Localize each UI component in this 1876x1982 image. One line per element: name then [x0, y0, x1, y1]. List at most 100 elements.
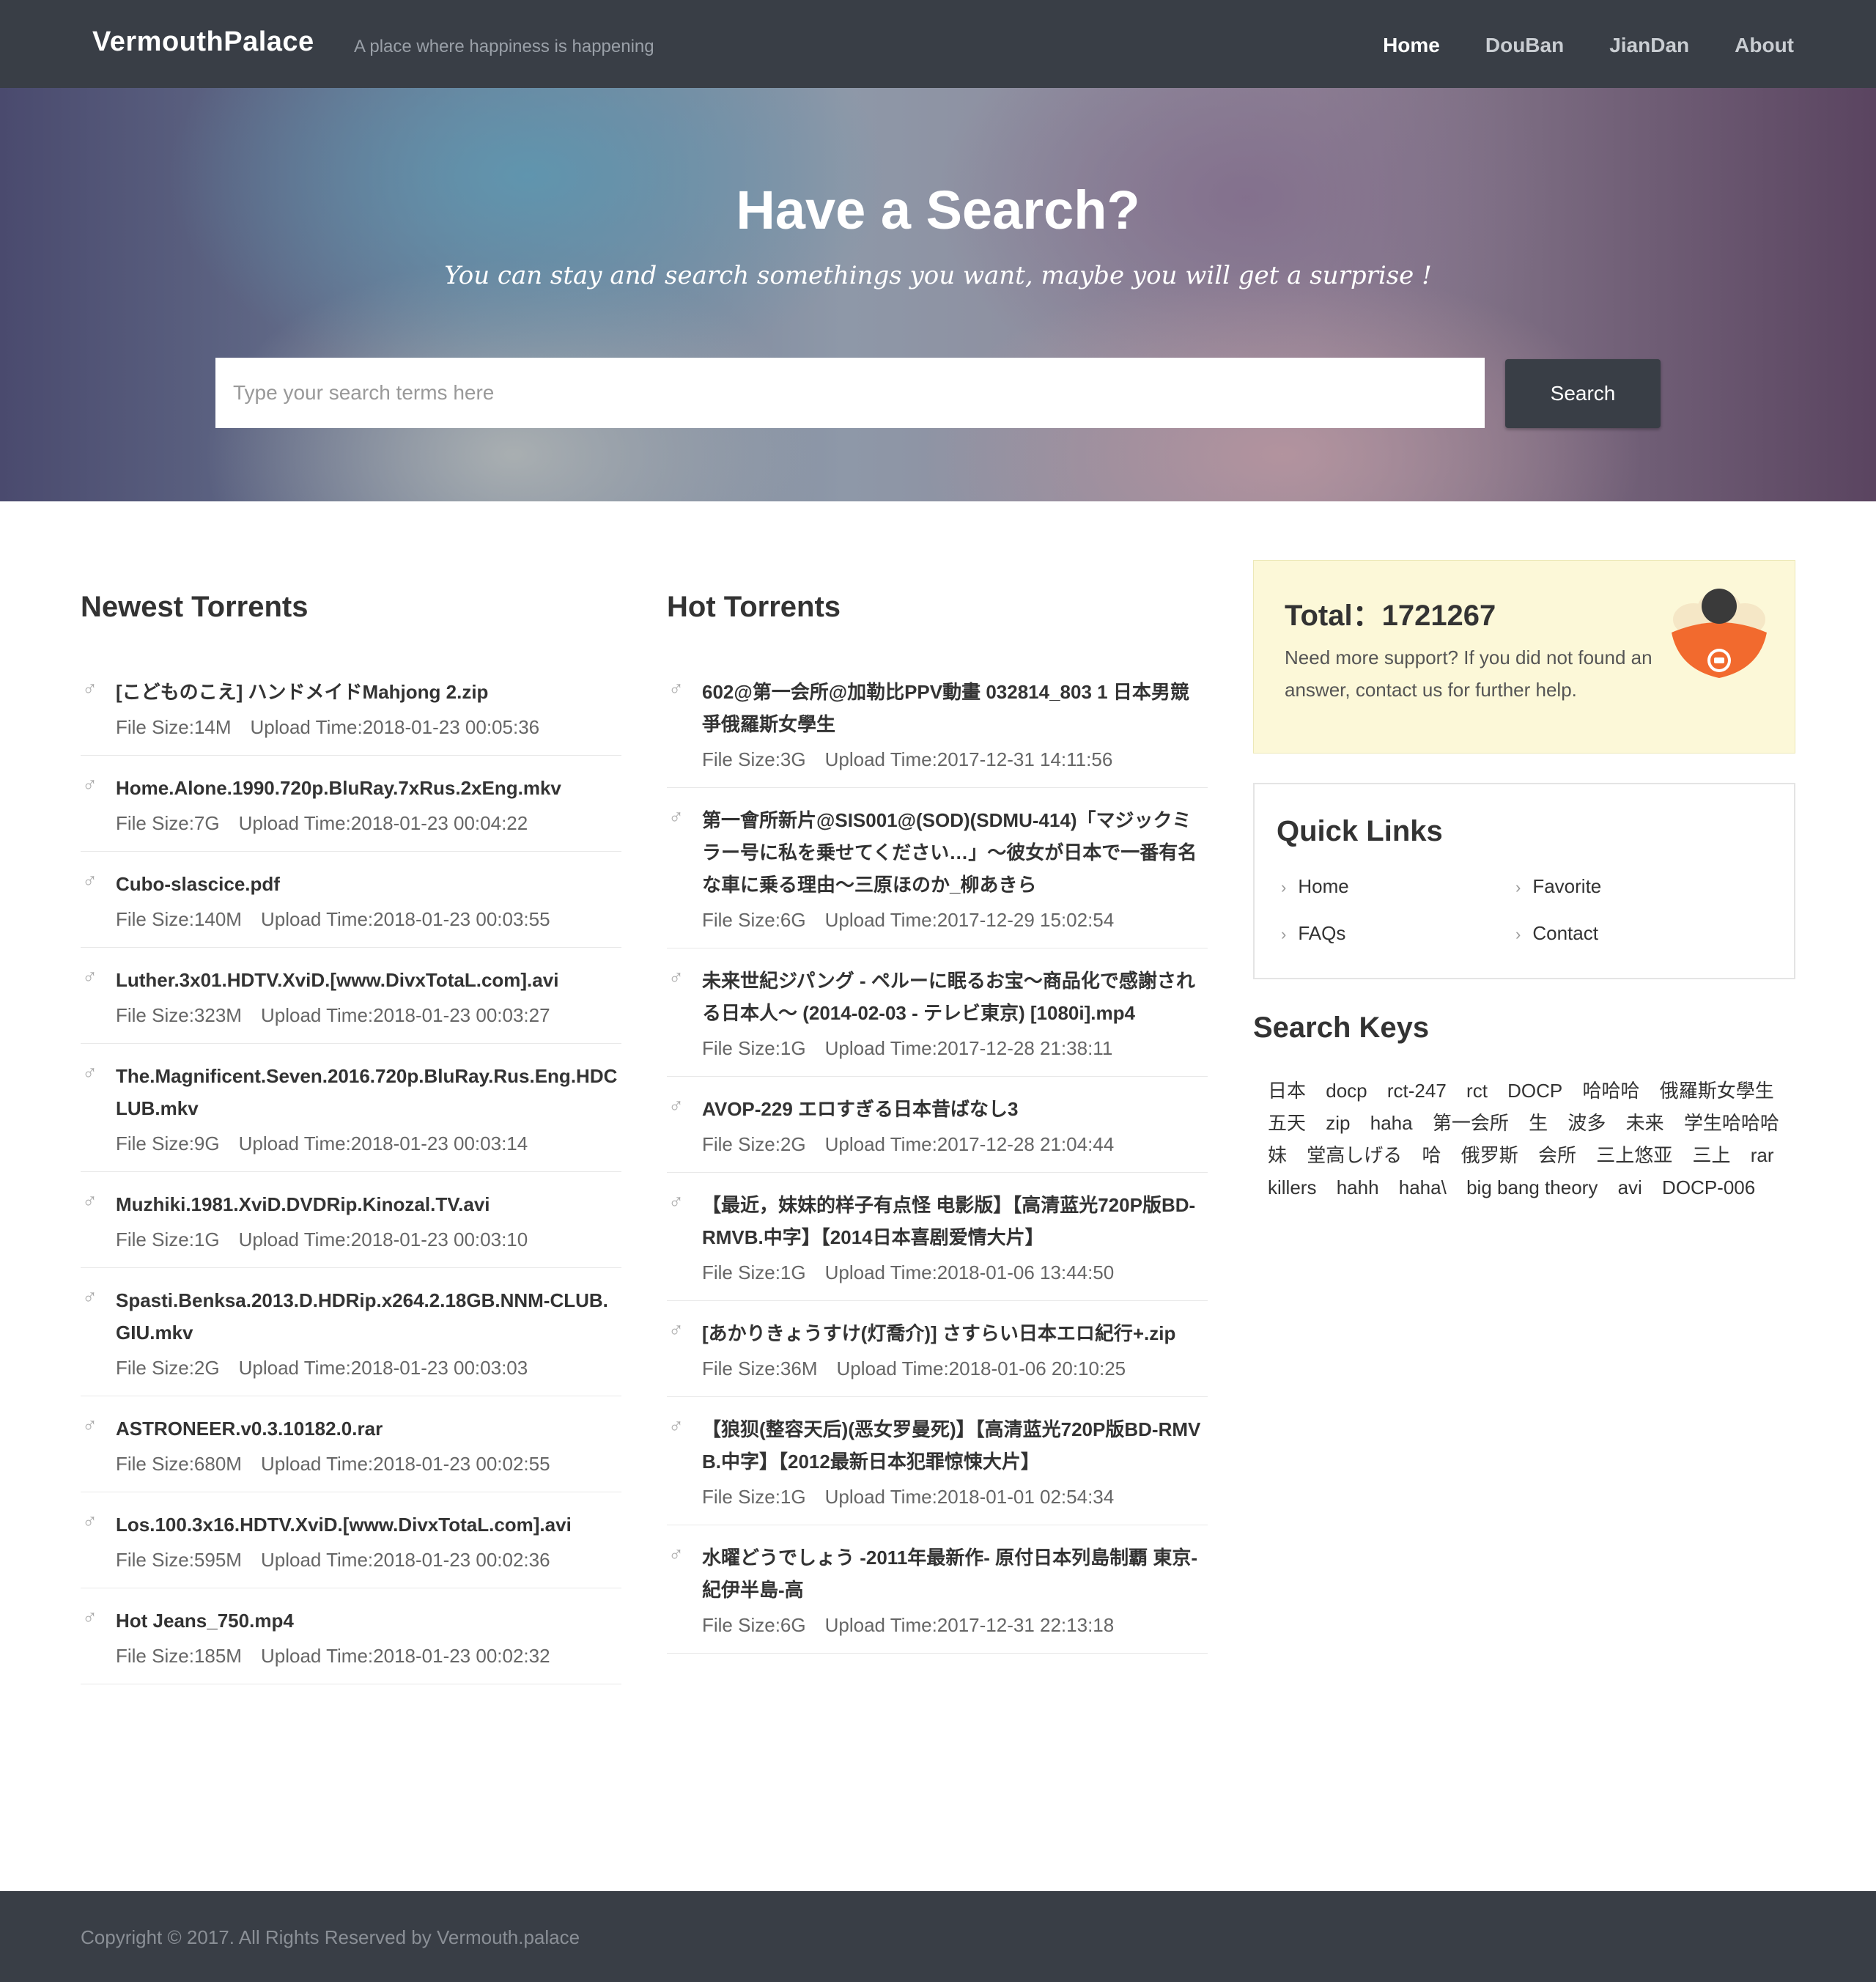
quick-link-home[interactable]: › Home [1281, 875, 1349, 898]
torrent-name[interactable]: Home.Alone.1990.720p.BluRay.7xRus.2xEng.… [116, 772, 621, 804]
upload-time: Upload Time:2018-01-06 13:44:50 [824, 1261, 1115, 1283]
search-key-tag[interactable]: rct-247 [1387, 1075, 1447, 1107]
top-navbar: VermouthPalace A place where happiness i… [0, 0, 1876, 88]
torrent-name[interactable]: Hot Jeans_750.mp4 [116, 1605, 621, 1637]
hot-torrents-list: ♂ 602@第一会所@加勒比PPV動畫 032814_803 1 日本男競爭俄羅斯… [667, 660, 1208, 1654]
file-size: File Size:6G [702, 1614, 806, 1636]
quick-link-label: Favorite [1532, 875, 1602, 897]
torrent-name[interactable]: Luther.3x01.HDTV.XviD.[www.DivxTotaL.com… [116, 964, 621, 996]
torrent-item: ♂ 未来世紀ジパング - ペルーに眠るお宝～商品化で感謝される日本人～ (2014… [667, 948, 1208, 1077]
search-key-tag[interactable]: 日本 [1268, 1075, 1306, 1107]
newest-torrents-title: Newest Torrents [81, 591, 309, 623]
search-key-tag[interactable]: DOCP-006 [1662, 1171, 1755, 1204]
search-key-tag[interactable]: haha\ [1399, 1171, 1447, 1204]
torrent-item: ♂ 水曜どうでしょう -2011年最新作- 原付日本列島制覇 東京-紀伊半島-高 F… [667, 1525, 1208, 1654]
male-symbol-icon: ♂ [82, 1061, 97, 1084]
chevron-right-icon: › [1515, 878, 1521, 896]
torrent-name[interactable]: 未来世紀ジパング - ペルーに眠るお宝～商品化で感謝される日本人～ (2014-… [702, 965, 1208, 1029]
male-symbol-icon: ♂ [82, 1286, 97, 1308]
search-key-tag[interactable]: 第一会所 [1433, 1107, 1509, 1139]
search-key-tag[interactable]: 生 [1529, 1107, 1548, 1139]
torrent-name[interactable]: Spasti.Benksa.2013.D.HDRip.x264.2.18GB.N… [116, 1284, 621, 1349]
torrent-name[interactable]: 602@第一会所@加勒比PPV動畫 032814_803 1 日本男競爭俄羅斯女… [702, 676, 1208, 740]
nav-home[interactable]: Home [1383, 34, 1440, 57]
torrent-item: ♂ The.Magnificent.Seven.2016.720p.BluRay.… [81, 1044, 621, 1172]
torrent-meta: File Size:6G Upload Time:2017-12-31 22:13… [702, 1612, 1208, 1638]
quick-link-label: FAQs [1298, 922, 1346, 944]
file-size: File Size:14M [116, 716, 232, 738]
search-key-tag[interactable]: rar [1751, 1139, 1774, 1171]
torrent-meta: File Size:6G Upload Time:2017-12-29 15:02… [702, 907, 1208, 933]
hero-title: Have a Search? [736, 180, 1140, 240]
chevron-right-icon: › [1515, 925, 1521, 943]
torrent-name[interactable]: 第一會所新片@SIS001@(SOD)(SDMU-414)「マジックミラー号に私… [702, 804, 1208, 901]
torrent-item: ♂ 602@第一会所@加勒比PPV動畫 032814_803 1 日本男競爭俄羅斯… [667, 660, 1208, 788]
search-key-tag[interactable]: avi [1618, 1171, 1642, 1204]
file-size: File Size:323M [116, 1004, 242, 1026]
torrent-name[interactable]: 水曜どうでしょう -2011年最新作- 原付日本列島制覇 東京-紀伊半島-高 [702, 1541, 1208, 1606]
torrent-name[interactable]: [こどものこえ] ハンドメイドMahjong 2.zip [116, 676, 621, 708]
upload-time: Upload Time:2018-01-23 00:03:14 [238, 1132, 528, 1154]
torrent-name[interactable]: [あかりきょうすけ(灯喬介)] さすらい日本エロ紀行+.zip [702, 1317, 1208, 1349]
chevron-right-icon: › [1281, 878, 1287, 896]
torrent-name[interactable]: The.Magnificent.Seven.2016.720p.BluRay.R… [116, 1060, 621, 1124]
torrent-meta: File Size:185M Upload Time:2018-01-23 00:… [116, 1643, 621, 1669]
search-key-tag[interactable]: 会所 [1538, 1139, 1576, 1171]
search-key-tag[interactable]: 哈 [1422, 1139, 1441, 1171]
upload-time: Upload Time:2018-01-23 00:03:55 [260, 908, 550, 930]
torrent-item: ♂ Muzhiki.1981.XviD.DVDRip.Kinozal.TV.avi… [81, 1172, 621, 1268]
torrent-item: ♂ Cubo-slascice.pdf File Size:140M Upload T… [81, 852, 621, 948]
search-key-tag[interactable]: 俄羅斯女學生 [1660, 1075, 1774, 1107]
chevron-right-icon: › [1281, 925, 1287, 943]
male-symbol-icon: ♂ [82, 1190, 97, 1212]
torrent-meta: File Size:140M Upload Time:2018-01-23 00:… [116, 906, 621, 932]
torrent-name[interactable]: AVOP-229 エロすぎる日本昔ばなし3 [702, 1093, 1208, 1125]
total-count: Total：1721267 [1285, 600, 1496, 632]
torrent-item: ♂ Luther.3x01.HDTV.XviD.[www.DivxTotaL.co… [81, 948, 621, 1044]
torrent-name[interactable]: 【狼狈(整容天后)(恶女罗曼死)】【高清蓝光720P版BD-RMVB.中字】【2… [702, 1413, 1208, 1478]
upload-time: Upload Time:2018-01-23 00:05:36 [250, 716, 540, 738]
torrent-name[interactable]: Los.100.3x16.HDTV.XviD.[www.DivxTotaL.co… [116, 1508, 621, 1541]
search-key-tag[interactable]: 学生哈哈哈 [1684, 1107, 1779, 1139]
file-size: File Size:185M [116, 1645, 242, 1667]
hot-torrents-title: Hot Torrents [667, 591, 841, 623]
hero-subtitle: You can stay and search somethings you w… [444, 261, 1432, 290]
search-key-tag[interactable]: 妹 [1268, 1139, 1287, 1171]
nav-about[interactable]: About [1735, 34, 1794, 57]
file-size: File Size:2G [116, 1357, 220, 1379]
search-key-tag[interactable]: 俄罗斯 [1461, 1139, 1518, 1171]
quick-link-favorite[interactable]: › Favorite [1515, 875, 1601, 898]
search-button[interactable]: Search [1505, 359, 1661, 428]
torrent-name[interactable]: ASTRONEER.v0.3.10182.0.rar [116, 1412, 621, 1445]
nav-jiandan[interactable]: JianDan [1609, 34, 1689, 57]
search-key-tag[interactable]: hahh [1337, 1171, 1379, 1204]
search-input[interactable] [215, 358, 1485, 428]
search-key-tag[interactable]: docp [1326, 1075, 1367, 1107]
torrent-meta: File Size:3G Upload Time:2017-12-31 14:11… [702, 746, 1208, 773]
search-key-tag[interactable]: rct [1466, 1075, 1488, 1107]
search-key-tag[interactable]: haha [1370, 1107, 1413, 1139]
torrent-name[interactable]: Cubo-slascice.pdf [116, 868, 621, 900]
male-symbol-icon: ♂ [668, 966, 684, 989]
quick-link-faqs[interactable]: › FAQs [1281, 922, 1345, 945]
torrent-item: ♂ 【狼狈(整容天后)(恶女罗曼死)】【高清蓝光720P版BD-RMVB.中字】【… [667, 1397, 1208, 1525]
male-symbol-icon: ♂ [82, 1414, 97, 1437]
search-key-tag[interactable]: zip [1326, 1107, 1350, 1139]
nav-douban[interactable]: DouBan [1485, 34, 1564, 57]
search-key-tag[interactable]: 五天 [1268, 1107, 1306, 1139]
quick-link-contact[interactable]: › Contact [1515, 922, 1598, 945]
search-key-tag[interactable]: killers [1268, 1171, 1316, 1204]
torrent-meta: File Size:14M Upload Time:2018-01-23 00:0… [116, 714, 621, 740]
search-key-tag[interactable]: 三上悠亚 [1596, 1139, 1672, 1171]
search-key-tag[interactable]: 未来 [1626, 1107, 1664, 1139]
torrent-name[interactable]: Muzhiki.1981.XviD.DVDRip.Kinozal.TV.avi [116, 1188, 621, 1220]
search-key-tag[interactable]: 三上 [1693, 1139, 1731, 1171]
search-key-tag[interactable]: big bang theory [1466, 1171, 1598, 1204]
search-key-tag[interactable]: 哈哈哈 [1583, 1075, 1640, 1107]
torrent-name[interactable]: 【最近，妹妹的样子有点怪 电影版】【高清蓝光720P版BD-RMVB.中字】【2… [702, 1189, 1208, 1253]
search-key-tag[interactable]: 波多 [1567, 1107, 1606, 1139]
search-key-tag[interactable]: DOCP [1507, 1075, 1562, 1107]
search-key-tag[interactable]: 堂高しげる [1307, 1139, 1402, 1171]
male-symbol-icon: ♂ [668, 1094, 684, 1117]
brand-logo[interactable]: VermouthPalace [92, 26, 314, 58]
